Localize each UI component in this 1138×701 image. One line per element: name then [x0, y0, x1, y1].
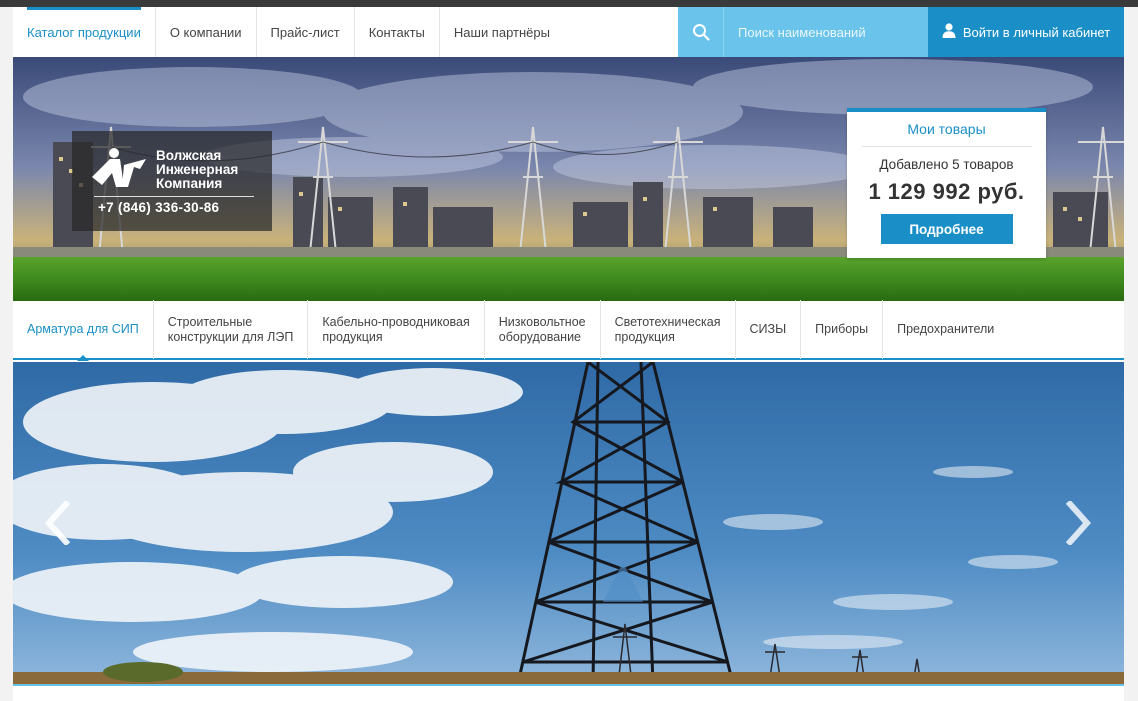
cart-divider [861, 146, 1032, 147]
company-name: Волжская Инженерная Компания [156, 149, 266, 191]
chevron-left-icon [44, 501, 70, 545]
category-lep-structures[interactable]: Строительные конструкции для ЛЭП [154, 300, 309, 359]
category-sip-fittings[interactable]: Арматура для СИП [13, 300, 154, 361]
slide-image [13, 362, 1124, 684]
logo-mark-icon [90, 147, 148, 194]
cart-title[interactable]: Мои товары [847, 121, 1046, 137]
category-low-voltage[interactable]: Низковольтное оборудование [485, 300, 601, 359]
top-navigation: Каталог продукции О компании Прайс-лист … [13, 7, 1124, 57]
category-instruments[interactable]: Приборы [801, 300, 884, 359]
cart-items-count: Добавлено 5 товаров [879, 157, 1014, 172]
slider-bottom-border [13, 684, 1124, 686]
slider-next-button[interactable] [1059, 497, 1099, 549]
image-slider [13, 362, 1124, 684]
company-name-line-1: Волжская [156, 148, 222, 163]
menu-item-about[interactable]: О компании [156, 7, 257, 57]
login-button[interactable]: Войти в личный кабинет [928, 7, 1124, 57]
page: Каталог продукции О компании Прайс-лист … [13, 7, 1124, 701]
logo-divider [94, 196, 254, 197]
cart-widget: Мои товары Добавлено 5 товаров 1 129 992… [847, 108, 1046, 258]
search-input[interactable] [724, 7, 924, 57]
login-label: Войти в личный кабинет [962, 24, 1111, 40]
menu-item-catalog[interactable]: Каталог продукции [13, 7, 156, 57]
company-name-line-3: Компания [156, 176, 223, 191]
browser-top-strip [0, 0, 1138, 7]
menu-item-contacts[interactable]: Контакты [355, 7, 440, 57]
slider-prev-button[interactable] [37, 497, 77, 549]
menu-item-pricelist[interactable]: Прайс-лист [257, 7, 355, 57]
hero-banner: Волжская Инженерная Компания +7 (846) 33… [13, 57, 1124, 301]
category-fuses[interactable]: Предохранители [883, 300, 1008, 359]
chevron-right-icon [1066, 501, 1092, 545]
cart-details-button[interactable]: Подробнее [880, 214, 1013, 244]
category-navigation: Арматура для СИП Строительные конструкци… [13, 300, 1124, 361]
user-icon [942, 23, 956, 41]
company-logo[interactable]: Волжская Инженерная Компания +7 (846) 33… [72, 131, 272, 231]
search-box [678, 7, 928, 57]
search-icon[interactable] [678, 7, 724, 57]
company-name-line-2: Инженерная [156, 162, 239, 177]
category-cable-products[interactable]: Кабельно-проводниковая продукция [308, 300, 485, 359]
category-ppe[interactable]: СИЗЫ [736, 300, 802, 359]
company-phone: +7 (846) 336-30-86 [98, 200, 220, 215]
category-lighting[interactable]: Светотехническая продукция [601, 300, 736, 359]
menu-item-partners[interactable]: Наши партнёры [440, 7, 564, 57]
main-menu: Каталог продукции О компании Прайс-лист … [13, 7, 564, 57]
cart-total: 1 129 992 руб. [868, 179, 1025, 204]
